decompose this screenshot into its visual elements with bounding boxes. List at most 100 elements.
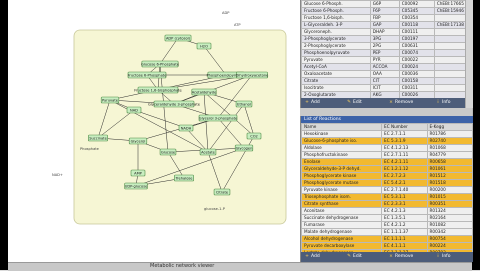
reaction-row[interactable]: Triosephosphate isom. EC 5.3.1.1 R01015 — [300, 193, 474, 201]
metabolite-node[interactable]: Glycerol 3-phosphate — [198, 114, 238, 122]
metabolite-node[interactable]: Acetaldehyde — [191, 88, 217, 96]
metabolite-node[interactable]: AMP — [130, 169, 146, 177]
network-canvas[interactable]: ADP (cytosol) H2O Glucose 6-Phosphate Fruct… — [8, 0, 300, 270]
metabolite-node[interactable]: Glucose — [159, 148, 177, 156]
reaction-row[interactable]: Glucose-6-phosphate iso. EC 5.3.1.9 R02740 — [300, 137, 474, 145]
metabolite-node[interactable]: Pyruvate — [100, 96, 120, 104]
edit-reaction-button[interactable]: ✎ Edit — [347, 253, 373, 261]
metabolite-node[interactable]: Citrate — [213, 188, 231, 196]
metabolite-node-label: Glycerol 3-phosphate — [199, 116, 238, 120]
metabolite-node[interactable]: Fructose 6-Phosphate — [128, 71, 168, 79]
metabolite-node-label: NAD — [130, 108, 138, 112]
metabolite-row[interactable]: Phosphoenolpyruvate PEP C00074 — [301, 49, 474, 57]
reaction-cell: Pyruvate decarboxylase — [300, 242, 383, 250]
reaction-cell: R00754 — [426, 235, 474, 243]
reaction-cell: EC 1.3.5.1 — [381, 214, 428, 222]
metabolite-row[interactable]: L-Glyceraldeh. 3-P GAP C00118 ChEBI:17138 — [301, 21, 474, 29]
metabolite-cell: C00197 — [398, 35, 435, 43]
metabolite-node[interactable]: Glucose 6-Phosphate — [141, 60, 180, 68]
reaction-cell: R01512 — [426, 172, 474, 180]
metabolite-node[interactable]: Fructose 1,6-bisphosphate — [134, 86, 183, 94]
reaction-column-header[interactable]: Name — [300, 123, 383, 131]
reaction-cell: R01324 — [426, 207, 474, 215]
cofactor-label: Phosphate — [80, 147, 100, 151]
add-metabolite-button[interactable]: + Add — [305, 99, 331, 107]
reaction-cell: Glyceraldehyde-3-P dehyd. — [300, 165, 383, 173]
metabolite-node[interactable]: UDP-glucose — [124, 182, 148, 190]
metabolite-node[interactable]: NADH — [178, 124, 194, 132]
metabolite-row[interactable]: 3-Phosphoglycerate 3PG C00197 — [301, 35, 474, 43]
metabolite-row[interactable]: Fructose 6-Phosph. F6P C05345 ChEBI:15946 — [301, 7, 474, 15]
metabolite-cell: C00158 — [398, 77, 435, 85]
reaction-row[interactable]: Phosphofructokinase EC 2.7.1.11 R04779 — [300, 151, 474, 159]
remove-label: Remove — [395, 254, 414, 259]
reaction-column-header[interactable]: E-Kegg — [426, 123, 474, 131]
metabolite-node-label: Trehalose — [174, 176, 193, 180]
reaction-row[interactable]: Aldolase EC 4.1.2.13 R01068 — [300, 144, 474, 152]
metabolite-node[interactable]: Succinate — [88, 134, 108, 142]
metabolite-node-label: Ethanol — [237, 102, 251, 106]
reaction-row[interactable]: Enolase EC 4.2.1.11 R00658 — [300, 158, 474, 166]
metabolite-node[interactable]: Trehalose — [174, 174, 194, 182]
reaction-row[interactable]: Hexokinase EC 2.7.1.1 R01786 — [300, 130, 474, 138]
metabolite-cell: Isocitrate — [301, 84, 371, 92]
reaction-row[interactable]: Citrate synthase EC 2.3.3.1 R00351 — [300, 200, 474, 208]
info-reaction-button[interactable]: i Info — [436, 253, 462, 261]
network-graph[interactable]: ADP (cytosol) H2O Glucose 6-Phosphate Fruct… — [8, 0, 300, 270]
reaction-column-header[interactable]: EC Number — [381, 123, 428, 131]
metabolite-node[interactable]: Glycogen — [234, 144, 254, 152]
metabolite-scrollbar[interactable] — [465, 0, 473, 108]
metabolite-node-label: Pyruvate — [102, 98, 119, 102]
reaction-row[interactable]: Phosphoglycerate kinase EC 2.7.2.3 R01512 — [300, 172, 474, 180]
metabolite-node[interactable]: Acetate — [199, 148, 217, 156]
metabolite-row[interactable]: Isocitrate ICIT C00311 — [301, 84, 474, 92]
reaction-row[interactable]: Malate dehydrogenase EC 1.1.1.37 R00342 — [300, 228, 474, 236]
metabolite-node[interactable]: H2O — [196, 42, 212, 50]
metabolite-node[interactable]: Glyceraldehyde 3-phosphate — [148, 100, 201, 108]
metabolite-node-label: Glucose — [161, 150, 176, 154]
metabolite-row[interactable]: Oxaloacetate OAA C00036 — [301, 70, 474, 78]
reaction-cell: EC 4.2.1.11 — [381, 158, 428, 166]
metabolite-node[interactable]: Glycerol — [128, 137, 148, 145]
metabolite-row[interactable]: Pyruvate PYR C00022 — [301, 56, 474, 64]
remove-metabolite-button[interactable]: × Remove — [389, 99, 415, 107]
cofactor-label: ADP — [222, 11, 230, 15]
panel-divider — [300, 108, 472, 116]
metabolite-toolbar: + Add ✎ Edit × Remove i Info — [301, 98, 473, 108]
metabolite-node[interactable]: Dihydroxyacetone — [236, 71, 269, 79]
reaction-cell: Triosephosphate isom. — [300, 193, 383, 201]
metabolite-cell: 3-Phosphoglycerate — [301, 35, 371, 43]
add-reaction-button[interactable]: + Add — [305, 253, 331, 261]
metabolite-node[interactable]: NAD — [126, 106, 142, 114]
metabolite-cell: L-Glyceraldeh. 3-P — [301, 21, 371, 29]
metabolite-row[interactable]: Glyceroneph. DHAP C00111 — [301, 28, 474, 36]
reaction-cell: Phosphoglycerate mutase — [300, 179, 383, 187]
metabolite-node[interactable]: Ethanol — [235, 100, 253, 108]
metabolite-cell: PEP — [369, 49, 400, 57]
edit-metabolite-button[interactable]: ✎ Edit — [347, 99, 373, 107]
reaction-row[interactable]: Glyceraldehyde-3-P dehyd. EC 1.2.1.12 R010… — [300, 165, 474, 173]
reaction-row[interactable]: Succinate dehydrogenase EC 1.3.5.1 R02164 — [300, 214, 474, 222]
metabolite-node-label: ADP (cytosol) — [166, 36, 191, 40]
metabolite-row[interactable]: Citrate CIT C00158 — [301, 77, 474, 85]
reaction-row[interactable]: Fumarase EC 4.2.1.2 R01082 — [300, 221, 474, 229]
metabolite-row[interactable]: 2-Phosphoglycerate 2PG C00631 — [301, 42, 474, 50]
metabolite-row[interactable]: Glucose 6-Phosph. G6P C00092 ChEBI:17665 — [301, 0, 474, 8]
metabolite-cell: Fructose 1,6-bisph. — [301, 14, 371, 22]
metabolite-row[interactable]: Acetyl-CoA ACCOA C00024 — [301, 63, 474, 71]
reaction-row[interactable]: Aconitase EC 4.2.1.3 R01324 — [300, 207, 474, 215]
metabolite-node[interactable]: CO2 — [246, 132, 262, 140]
reaction-cell: R01061 — [426, 165, 474, 173]
metabolite-row[interactable]: Fructose 1,6-bisph. FBP C00354 — [301, 14, 474, 22]
info-metabolite-button[interactable]: i Info — [436, 99, 462, 107]
reaction-row[interactable]: Pyruvate kinase EC 2.7.1.40 R00200 — [300, 186, 474, 194]
reaction-row[interactable]: Alcohol dehydrogenase EC 1.1.1.1 R00754 — [300, 235, 474, 243]
reaction-cell: EC 2.3.3.1 — [381, 200, 428, 208]
cofactor-label: ATP — [234, 23, 241, 27]
metabolite-cell: C00354 — [398, 14, 435, 22]
reaction-row[interactable]: Phosphoglycerate mutase EC 5.4.2.1 R01518 — [300, 179, 474, 187]
info-icon: i — [437, 254, 439, 259]
metabolite-node[interactable]: ADP (cytosol) — [164, 34, 192, 42]
reaction-row[interactable]: Pyruvate decarboxylase EC 4.1.1.1 R00224 — [300, 242, 474, 250]
remove-reaction-button[interactable]: × Remove — [389, 253, 415, 261]
